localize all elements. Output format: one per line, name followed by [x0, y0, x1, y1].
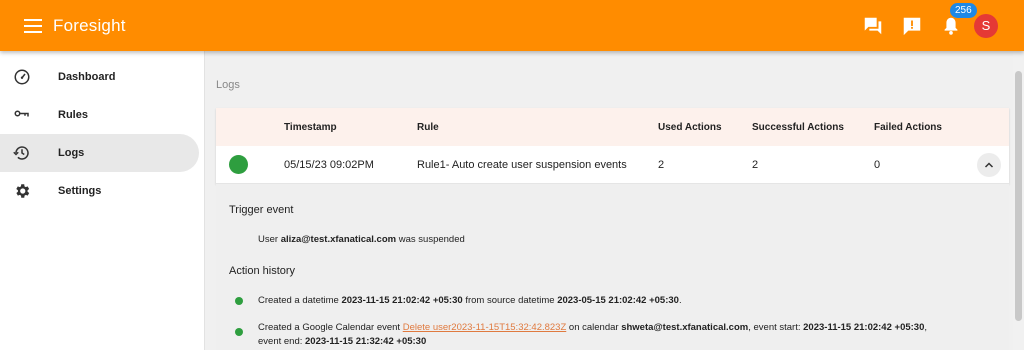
trigger-event-title: Trigger event — [229, 204, 294, 216]
app-title: Foresight — [53, 15, 126, 35]
row-used-actions: 2 — [658, 158, 665, 171]
sidebar-item-label: Dashboard — [58, 71, 116, 83]
column-header-used-actions: Used Actions — [658, 121, 722, 133]
sidebar-item-rules[interactable]: Rules — [0, 96, 199, 134]
trigger-event-text: User aliza@test.xfanatical.com was suspe… — [258, 234, 465, 245]
column-header-rule: Rule — [417, 121, 439, 133]
collapse-button[interactable] — [977, 152, 1001, 177]
chevron-up-icon — [984, 161, 994, 168]
feedback-icon[interactable] — [901, 15, 923, 37]
row-failed-actions: 0 — [874, 158, 881, 171]
action-text: . — [678, 295, 682, 306]
trigger-prefix: User — [258, 234, 279, 245]
action-value: 2023-11-15 21:02:42 +05:30 — [341, 295, 463, 306]
row-rule: Rule1- Auto create user suspension event… — [417, 158, 627, 171]
column-header-successful-actions: Successful Actions — [752, 121, 844, 133]
column-header-failed-actions: Failed Actions — [874, 121, 942, 133]
sidebar: Dashboard Rules Logs Settings — [0, 51, 205, 350]
main-content: Logs Timestamp Rule Used Actions Success… — [205, 51, 1013, 350]
history-icon — [12, 143, 32, 163]
scrollbar-thumb[interactable] — [1015, 71, 1022, 321]
column-header-timestamp: Timestamp — [284, 121, 337, 133]
status-indicator — [229, 155, 248, 174]
trigger-suffix: was suspended — [398, 234, 465, 245]
chat-icon[interactable] — [862, 15, 884, 37]
notification-badge: 256 — [950, 2, 977, 18]
logs-table: Timestamp Rule Used Actions Successful A… — [216, 108, 1009, 184]
app-bar: Foresight 256 S — [0, 0, 1024, 51]
table-row[interactable]: 05/15/23 09:02PM Rule1- Auto create user… — [216, 146, 1009, 184]
row-timestamp: 05/15/23 09:02PM — [284, 158, 374, 171]
action-text: from source datetime — [465, 295, 555, 306]
key-icon — [12, 105, 32, 125]
sidebar-item-label: Settings — [58, 185, 102, 197]
action-success-bullet — [235, 297, 243, 305]
action-text: , event start: — [748, 322, 801, 333]
sidebar-item-dashboard[interactable]: Dashboard — [0, 58, 199, 96]
action-value: shweta@test.xfanatical.com — [621, 322, 749, 333]
action-success-bullet — [235, 328, 243, 336]
action-value: 2023-11-15 21:32:42 +05:30 — [305, 336, 427, 347]
breadcrumb: Logs — [216, 79, 240, 91]
scrollbar[interactable] — [1013, 51, 1024, 350]
avatar[interactable]: S — [974, 13, 998, 38]
action-item-continued: event end: 2023-11-15 21:32:42 +05:30 — [258, 336, 426, 347]
dashboard-icon — [12, 67, 32, 87]
sidebar-item-label: Rules — [58, 109, 88, 121]
action-text: Created a datetime — [258, 295, 339, 306]
log-detail-panel: Trigger event User aliza@test.xfanatical… — [216, 184, 1009, 350]
sidebar-item-label: Logs — [58, 147, 85, 159]
row-successful-actions: 2 — [752, 158, 759, 171]
sidebar-item-logs[interactable]: Logs — [0, 134, 199, 172]
notifications-icon[interactable]: 256 — [940, 2, 977, 37]
table-header: Timestamp Rule Used Actions Successful A… — [216, 108, 1009, 146]
action-text: event end: — [258, 336, 303, 347]
action-value: 2023-05-15 21:02:42 +05:30 — [557, 295, 679, 306]
action-text: on calendar — [568, 322, 619, 333]
menu-icon[interactable] — [24, 18, 42, 33]
action-value: 2023-11-15 21:02:42 +05:30 — [803, 322, 925, 333]
action-history-title: Action history — [229, 265, 296, 277]
gear-icon — [12, 181, 32, 201]
action-text: , — [924, 322, 928, 333]
sidebar-item-settings[interactable]: Settings — [0, 172, 199, 210]
action-item: Created a Google Calendar event Delete u… — [258, 322, 927, 333]
trigger-email: aliza@test.xfanatical.com — [280, 234, 397, 245]
action-text: Created a Google Calendar event — [258, 322, 401, 333]
action-item: Created a datetime 2023-11-15 21:02:42 +… — [258, 295, 682, 306]
calendar-event-link[interactable]: Delete user2023-11-15T15:32:42.823Z — [403, 322, 567, 333]
app-bar-actions: 256 S — [845, 0, 998, 51]
